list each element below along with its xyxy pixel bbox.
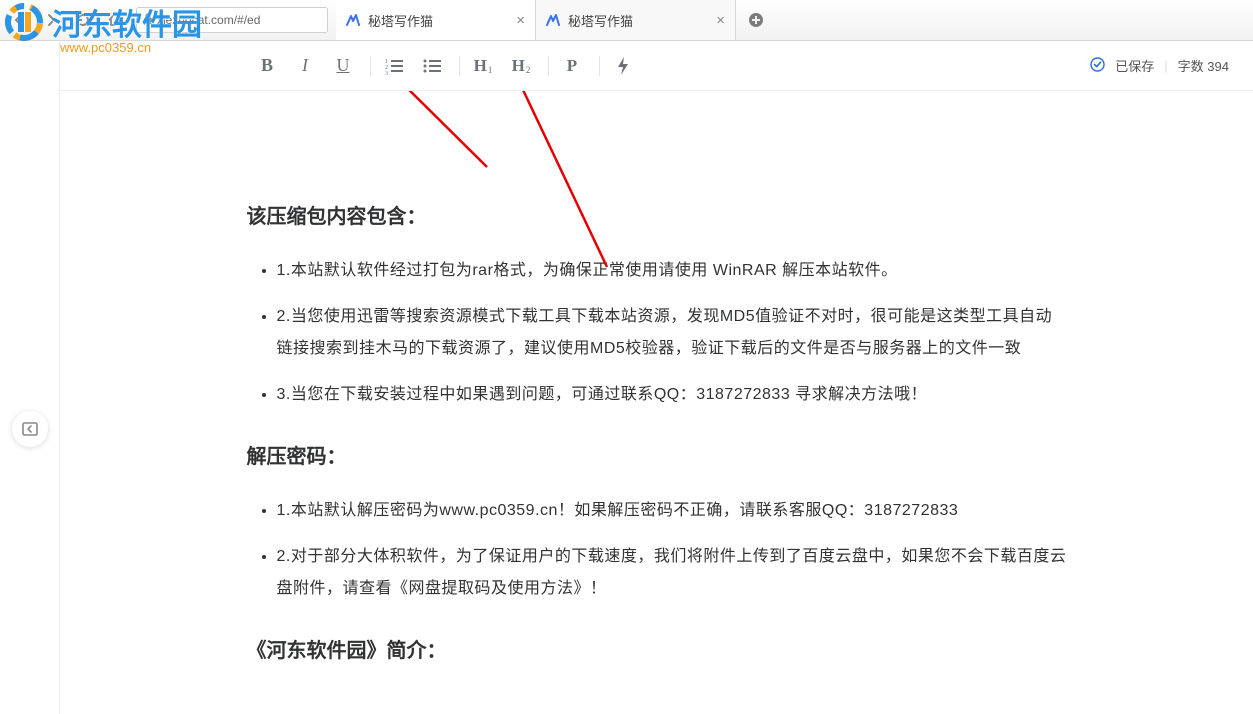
new-tab-button[interactable] <box>736 0 776 40</box>
tab-title: 秘塔写作猫 <box>568 11 708 30</box>
browser-tabs: 秘塔写作猫 × 秘塔写作猫 × <box>336 0 1253 40</box>
editor-status: 已保存 | 字数 394 <box>1090 56 1229 75</box>
document-scroll[interactable]: 该压缩包内容包含： 1.本站默认软件经过打包为rar格式，为确保正常使用请使用 … <box>60 91 1253 714</box>
unordered-list-icon <box>423 57 441 75</box>
italic-button[interactable]: I <box>288 49 322 83</box>
section-heading: 解压密码： <box>247 437 1067 477</box>
sidebar-collapse-button[interactable] <box>12 411 48 447</box>
browser-tab[interactable]: 秘塔写作猫 × <box>536 0 736 40</box>
browser-url-text: xiezuocat.com/#/ed <box>157 13 260 27</box>
status-separator: | <box>1164 58 1167 73</box>
saved-label: 已保存 <box>1115 56 1154 75</box>
list-item: 1.本站默认软件经过打包为rar格式，为确保正常使用请使用 WinRAR 解压本… <box>277 255 1067 287</box>
tab-close-button[interactable]: × <box>716 13 725 28</box>
editor-main: B I U 123 H1 H2 P <box>60 41 1253 714</box>
collapse-icon <box>21 420 39 438</box>
section-heading: 《河东软件园》简介： <box>247 631 1067 671</box>
ordered-list-icon: 123 <box>385 57 403 75</box>
list-item: 1.本站默认解压密码为www.pc0359.cn！如果解压密码不正确，请联系客服… <box>277 495 1067 527</box>
unordered-list-button[interactable] <box>415 49 449 83</box>
toolbar-separator <box>548 56 549 76</box>
editor-toolbar: B I U 123 H1 H2 P <box>60 41 1253 91</box>
lock-icon <box>143 13 153 28</box>
saved-check-icon <box>1090 57 1105 75</box>
tab-favicon-icon <box>546 13 560 27</box>
browser-forward-button[interactable] <box>40 9 62 31</box>
svg-text:3: 3 <box>385 71 388 75</box>
section-list: 1.本站默认解压密码为www.pc0359.cn！如果解压密码不正确，请联系客服… <box>247 495 1067 605</box>
tab-title: 秘塔写作猫 <box>368 11 508 30</box>
browser-nav-area: xiezuocat.com/#/ed <box>0 0 336 40</box>
flash-button[interactable] <box>606 49 640 83</box>
list-item: 2.当您使用迅雷等搜索资源模式下载工具下载本站资源，发现MD5值验证不对时，很可… <box>277 301 1067 365</box>
app-root: B I U 123 H1 H2 P <box>0 41 1253 714</box>
section-heading: 该压缩包内容包含： <box>247 197 1067 237</box>
underline-button[interactable]: U <box>326 49 360 83</box>
section-list: 1.本站默认软件经过打包为rar格式，为确保正常使用请使用 WinRAR 解压本… <box>247 255 1067 411</box>
document-body[interactable]: 该压缩包内容包含： 1.本站默认软件经过打包为rar格式，为确保正常使用请使用 … <box>247 91 1067 714</box>
wordcount-text: 字数 394 <box>1178 56 1229 75</box>
browser-home-button[interactable] <box>104 9 126 31</box>
toolbar-separator <box>599 56 600 76</box>
tab-close-button[interactable]: × <box>516 13 525 28</box>
browser-reload-button[interactable] <box>72 9 94 31</box>
list-item: 3.当您在下载安装过程中如果遇到问题，可通过联系QQ：3187272833 寻求… <box>277 379 1067 411</box>
browser-back-button[interactable] <box>8 9 30 31</box>
lightning-icon <box>616 57 630 75</box>
browser-tab[interactable]: 秘塔写作猫 × <box>336 0 536 40</box>
tab-favicon-icon <box>346 13 360 27</box>
heading2-button[interactable]: H2 <box>504 49 538 83</box>
browser-bar: xiezuocat.com/#/ed 秘塔写作猫 × 秘塔写作猫 × <box>0 0 1253 41</box>
toolbar-separator <box>459 56 460 76</box>
paragraph-button[interactable]: P <box>555 49 589 83</box>
toolbar-separator <box>370 56 371 76</box>
ordered-list-button[interactable]: 123 <box>377 49 411 83</box>
list-item: 2.对于部分大体积软件，为了保证用户的下载速度，我们将附件上传到了百度云盘中，如… <box>277 541 1067 605</box>
heading1-button[interactable]: H1 <box>466 49 500 83</box>
browser-url-field[interactable]: xiezuocat.com/#/ed <box>136 7 328 33</box>
sidebar <box>0 41 60 714</box>
bold-button[interactable]: B <box>250 49 284 83</box>
